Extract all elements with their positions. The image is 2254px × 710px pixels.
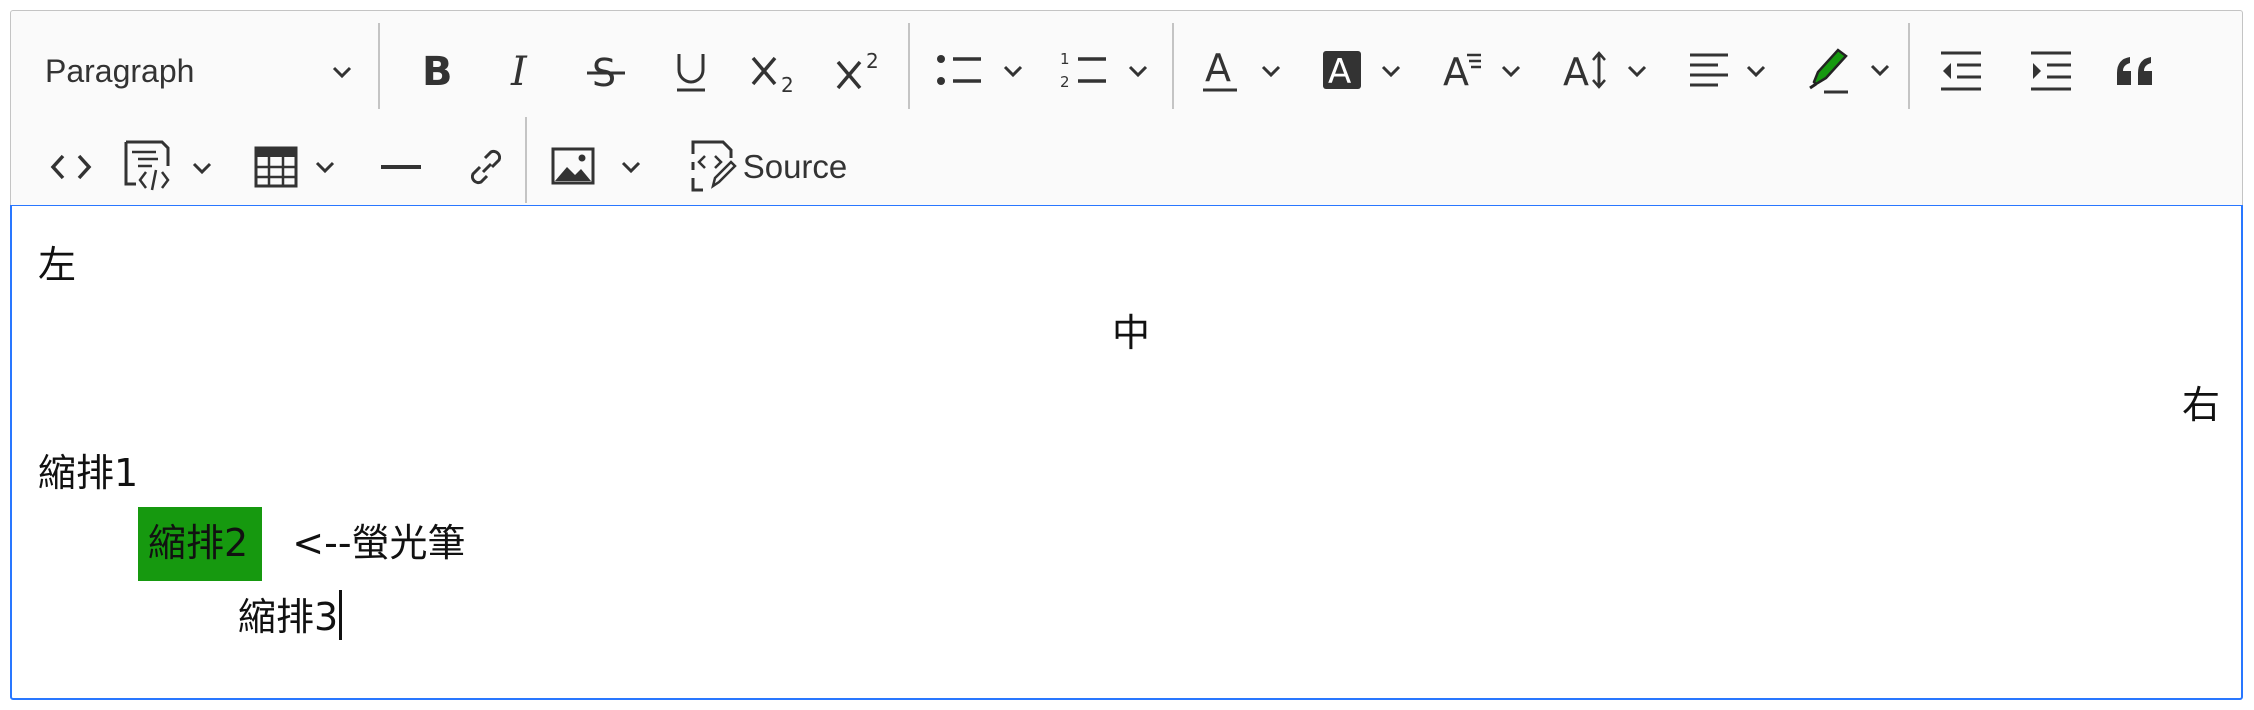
highlighted-text[interactable]: 縮排2 — [138, 507, 263, 581]
numbered-list-icon: 1 2 — [1060, 50, 1148, 91]
font-color-button[interactable]: A — [1196, 35, 1296, 107]
code-block-icon — [124, 140, 212, 191]
text-cursor — [339, 590, 343, 640]
toolbar-separator — [1172, 23, 1174, 109]
quote-icon — [2117, 57, 2152, 85]
superscript-button[interactable]: 2 — [826, 35, 896, 107]
svg-text:A: A — [1205, 47, 1231, 90]
alignment-button[interactable] — [1683, 35, 1783, 107]
image-icon — [551, 147, 641, 185]
highlight-button[interactable] — [1801, 35, 1901, 107]
numbered-list-button[interactable]: 1 2 — [1051, 35, 1161, 107]
svg-text:I: I — [510, 49, 528, 93]
paragraph-center-aligned[interactable]: 中 — [1112, 310, 1150, 356]
paragraph-indent-1[interactable]: 縮排1 — [38, 450, 138, 496]
bold-button[interactable]: B — [401, 35, 471, 107]
horizontal-line-button[interactable] — [366, 131, 436, 203]
code-button[interactable] — [36, 131, 106, 203]
editor-toolbar: Paragraph B I S 2 2 1 2 A A A A Source — [10, 10, 2243, 205]
subscript-digit: 2 — [781, 73, 794, 94]
insert-table-button[interactable] — [251, 131, 351, 203]
indent-icon — [2031, 51, 2071, 91]
svg-text:A: A — [1328, 52, 1351, 92]
svg-text:B: B — [422, 49, 453, 93]
font-background-color-icon: A — [1323, 51, 1401, 92]
insert-code-block-button[interactable] — [119, 131, 229, 203]
paragraph-indent-2[interactable]: 縮排2 <--螢光筆 — [138, 507, 466, 581]
font-size-icon: A — [1563, 50, 1647, 94]
bulleted-list-icon — [937, 55, 1023, 85]
svg-text:1: 1 — [1060, 50, 1070, 68]
font-size-button[interactable]: A — [1556, 35, 1666, 107]
italic-icon: I — [510, 49, 528, 93]
source-label: Source — [742, 148, 848, 185]
font-family-icon: A — [1443, 50, 1521, 94]
link-icon — [470, 149, 502, 185]
source-button[interactable]: Source — [683, 131, 853, 203]
superscript-digit: 2 — [866, 49, 879, 73]
paragraph-left-aligned[interactable]: 左 — [38, 242, 76, 288]
indent-button[interactable] — [2016, 35, 2086, 107]
font-family-button[interactable]: A — [1436, 35, 1536, 107]
table-icon — [254, 146, 335, 188]
highlighter-marker-icon — [1808, 48, 1889, 94]
outdent-button[interactable] — [1926, 35, 1996, 107]
toolbar-separator — [525, 117, 527, 203]
bold-icon: B — [422, 49, 453, 93]
horizontal-line-icon — [381, 165, 421, 169]
heading-dropdown[interactable]: Paragraph — [31, 35, 361, 107]
code-brackets-icon — [50, 154, 92, 180]
link-button[interactable] — [451, 131, 521, 203]
editor-content-area[interactable]: 左 中 右 縮排1 縮排2 <--螢光筆 縮排3 — [10, 205, 2243, 700]
superscript-icon: 2 — [836, 49, 879, 90]
source-edit-icon — [691, 140, 737, 192]
bulleted-list-button[interactable] — [926, 35, 1036, 107]
indent-3-text[interactable]: 縮排3 — [238, 595, 338, 639]
strikethrough-icon: S — [587, 51, 625, 93]
italic-button[interactable]: I — [486, 35, 556, 107]
subscript-button[interactable]: 2 — [741, 35, 811, 107]
toolbar-separator — [1908, 23, 1910, 109]
font-background-color-button[interactable]: A — [1316, 35, 1416, 107]
toolbar-separator — [908, 23, 910, 109]
paragraph-right-aligned[interactable]: 右 — [2182, 382, 2220, 428]
outdent-icon — [1941, 51, 1981, 91]
underline-button[interactable] — [656, 35, 726, 107]
align-left-icon — [1690, 53, 1766, 87]
rich-text-editor: Paragraph B I S 2 2 1 2 A A A A Source 左… — [10, 10, 2243, 700]
block-quote-button[interactable] — [2101, 35, 2171, 107]
chevron-down-icon — [332, 66, 352, 79]
font-color-icon: A — [1203, 47, 1281, 92]
toolbar-separator — [378, 23, 380, 109]
heading-dropdown-label: Paragraph — [45, 52, 195, 89]
highlight-note[interactable]: <--螢光筆 — [292, 521, 465, 565]
svg-text:A: A — [1443, 50, 1469, 94]
svg-text:A: A — [1563, 50, 1589, 94]
underline-icon — [677, 54, 705, 92]
strikethrough-button[interactable]: S — [571, 35, 641, 107]
subscript-icon: 2 — [751, 56, 794, 94]
paragraph-indent-3[interactable]: 縮排3 — [238, 590, 343, 640]
svg-text:2: 2 — [1060, 73, 1070, 91]
insert-image-button[interactable] — [546, 131, 656, 203]
